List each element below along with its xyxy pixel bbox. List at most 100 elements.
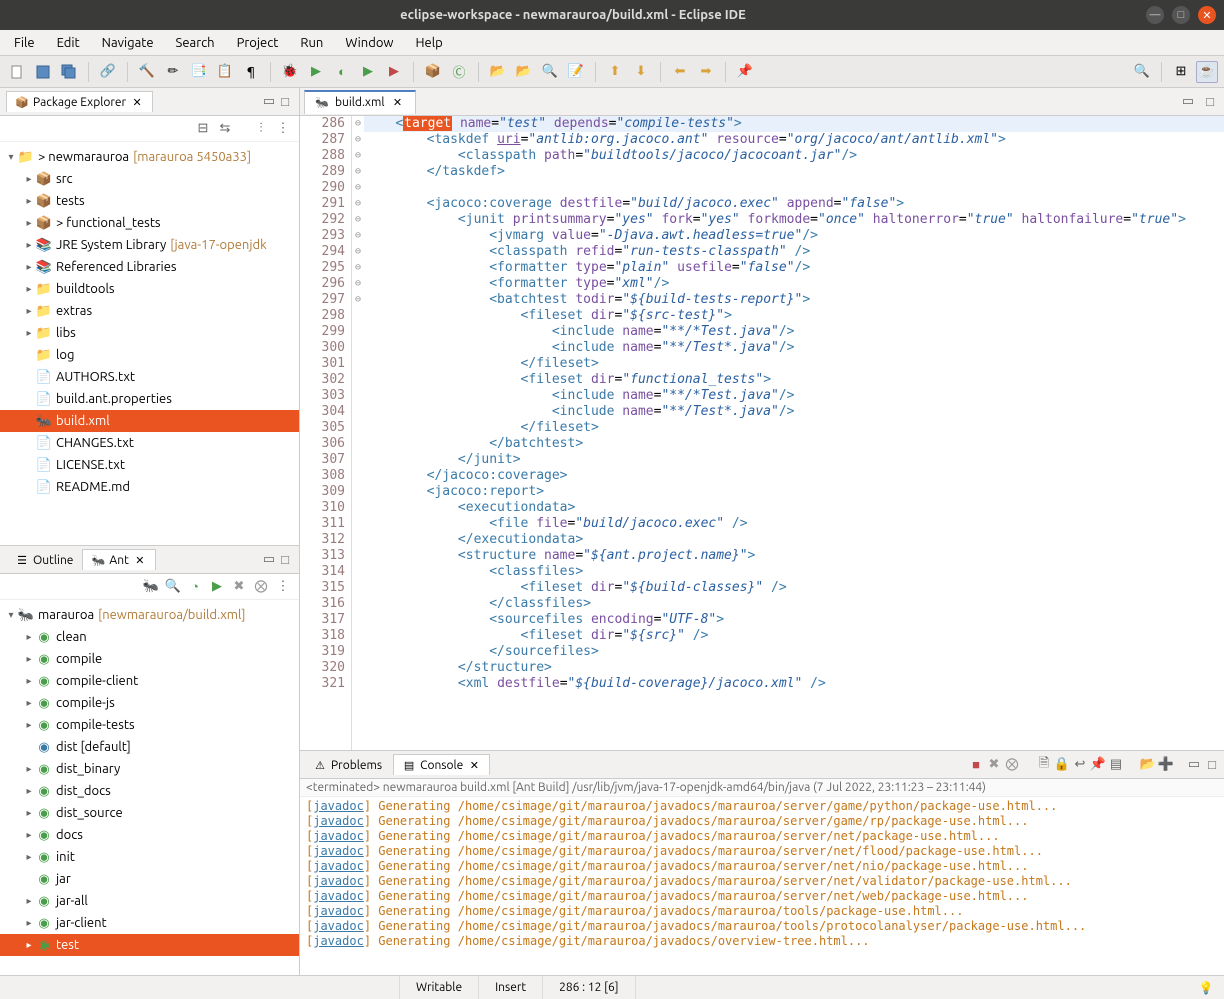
link-button[interactable]: 🔗 [97,61,119,83]
menu-search[interactable]: Search [166,33,225,53]
new-console-button[interactable]: ➕ [1158,757,1174,773]
tree-item[interactable]: ▸📁extras [0,300,299,322]
maximize-view-button[interactable]: □ [277,552,293,568]
tree-item[interactable]: ▸📁buildtools [0,278,299,300]
ant-target[interactable]: ▸◉test [0,934,299,956]
minimize-editor-button[interactable]: ▭ [1180,94,1196,110]
open-type-button[interactable]: 📂 [487,61,509,83]
package-explorer-tree[interactable]: ▾📁> newmarauroa[marauroa 5450a33]▸📦src▸📦… [0,142,299,545]
menu-help[interactable]: Help [406,33,453,53]
display-console-button[interactable]: ▤ [1108,757,1124,773]
tree-item[interactable]: 📄CHANGES.txt [0,432,299,454]
task-button[interactable]: 📋 [214,61,236,83]
line-number-gutter[interactable]: 2862872882892902912922932942952962972982… [300,116,352,750]
ant-target[interactable]: ▸◉compile-client [0,670,299,692]
back-button[interactable]: ⬅ [669,61,691,83]
clear-console-button[interactable]: 🗎 [1036,757,1052,773]
next-annotation-button[interactable]: ⬇ [630,61,652,83]
maximize-view-button[interactable]: □ [277,94,293,110]
ant-target[interactable]: ▸◉dist_docs [0,780,299,802]
add-buildfile-button[interactable]: 🐜 [143,579,159,595]
new-button[interactable] [6,61,28,83]
run-target-button[interactable]: ▶ [209,579,225,595]
window-close-button[interactable]: ✕ [1198,6,1216,24]
close-icon[interactable]: ✕ [133,553,147,567]
tree-item[interactable]: ▸📦tests [0,190,299,212]
menu-navigate[interactable]: Navigate [92,33,164,53]
console-tab[interactable]: ▤ Console ✕ [393,754,490,775]
project-root[interactable]: ▾📁> newmarauroa[marauroa 5450a33] [0,146,299,168]
prev-annotation-button[interactable]: ⬆ [604,61,626,83]
package-explorer-tab[interactable]: 📦 Package Explorer ✕ [6,91,153,112]
filter-button[interactable]: ⫶ [253,121,269,137]
tree-item[interactable]: 📄AUTHORS.txt [0,366,299,388]
ant-view-menu-button[interactable]: ⋮ [275,579,291,595]
open-task-button[interactable]: 📂 [513,61,535,83]
folding-gutter[interactable]: ⊖⊖⊖⊖⊖⊖⊖⊖⊖⊖⊖⊖ [352,116,364,750]
new-class-button[interactable]: Ⓒ [448,61,470,83]
pin-button[interactable]: 📌 [734,61,756,83]
scroll-lock-button[interactable]: 🔒 [1054,757,1070,773]
maximize-console-button[interactable]: □ [1204,757,1220,773]
tree-item[interactable]: ▸📁libs [0,322,299,344]
link-with-editor-button[interactable]: ⇆ [217,121,233,137]
save-button[interactable] [32,61,54,83]
remove-launch-button[interactable]: ✖ [986,757,1002,773]
minimize-view-button[interactable]: ▭ [261,552,277,568]
build-button[interactable]: 🔨 [136,61,158,83]
pin-console-button[interactable]: 📌 [1090,757,1106,773]
tree-item[interactable]: 📄README.md [0,476,299,498]
tree-item[interactable]: 📁log [0,344,299,366]
coverage-button[interactable]: ◐ [331,61,353,83]
minimize-view-button[interactable]: ▭ [261,94,277,110]
new-package-button[interactable]: 📦 [422,61,444,83]
collapse-all-button[interactable]: ⊟ [195,121,211,137]
ant-target[interactable]: ▸◉compile-tests [0,714,299,736]
external-tools-button[interactable]: ▶ [383,61,405,83]
window-minimize-button[interactable]: — [1146,6,1164,24]
menu-edit[interactable]: Edit [47,33,90,53]
window-maximize-button[interactable]: □ [1172,6,1190,24]
save-all-button[interactable] [58,61,80,83]
remove-all-launches-button[interactable]: ⨂ [1004,757,1020,773]
tree-item[interactable]: 📄LICENSE.txt [0,454,299,476]
tree-item[interactable]: ▸📚Referenced Libraries [0,256,299,278]
close-icon[interactable]: ✕ [467,758,481,772]
menu-window[interactable]: Window [335,33,403,53]
annotation-button[interactable]: 📝 [565,61,587,83]
java-perspective-button[interactable]: ☕ [1196,61,1218,83]
tree-item[interactable]: 📄build.ant.properties [0,388,299,410]
run-button[interactable]: ▶ [305,61,327,83]
bookmark-button[interactable]: 📑 [188,61,210,83]
outline-tab[interactable]: ☰ Outline [6,549,82,570]
highlight-button[interactable]: ✏ [162,61,184,83]
ant-target[interactable]: ▸◉compile-js [0,692,299,714]
ant-target[interactable]: ▸◉clean [0,626,299,648]
ant-tab[interactable]: 🐜 Ant ✕ [82,549,155,570]
editor-area[interactable]: 2862872882892902912922932942952962972982… [300,116,1224,750]
open-perspective-button[interactable]: ⊞ [1170,61,1192,83]
menu-project[interactable]: Project [227,33,289,53]
forward-button[interactable]: ➡ [695,61,717,83]
ant-target[interactable]: ◉dist [default] [0,736,299,758]
code-area[interactable]: <target name="test" depends="compile-tes… [364,116,1224,750]
ant-target[interactable]: ▸◉docs [0,824,299,846]
maximize-editor-button[interactable]: □ [1202,94,1218,110]
ant-target[interactable]: ▸◉jar-all [0,890,299,912]
ant-target[interactable]: ▸◉dist_binary [0,758,299,780]
ant-root[interactable]: ▾🐜marauroa[newmarauroa/build.xml] [0,604,299,626]
tree-item[interactable]: 🐜build.xml [0,410,299,432]
minimize-console-button[interactable]: ▭ [1186,757,1202,773]
ant-target[interactable]: ▸◉init [0,846,299,868]
close-icon[interactable]: ✕ [391,96,405,110]
tip-icon[interactable]: 💡 [1198,980,1214,996]
search-button[interactable]: 🔍 [165,579,181,595]
remove-all-button[interactable]: ⨂ [253,579,269,595]
remove-button[interactable]: ✖ [231,579,247,595]
close-icon[interactable]: ✕ [130,95,144,109]
terminate-button[interactable]: ■ [968,757,984,773]
tree-item[interactable]: ▸📚JRE System Library[java-17-openjdk [0,234,299,256]
tree-item[interactable]: ▸📦> functional_tests [0,212,299,234]
pilcrow-button[interactable]: ¶ [240,61,262,83]
problems-tab[interactable]: ⚠ Problems [304,754,391,775]
